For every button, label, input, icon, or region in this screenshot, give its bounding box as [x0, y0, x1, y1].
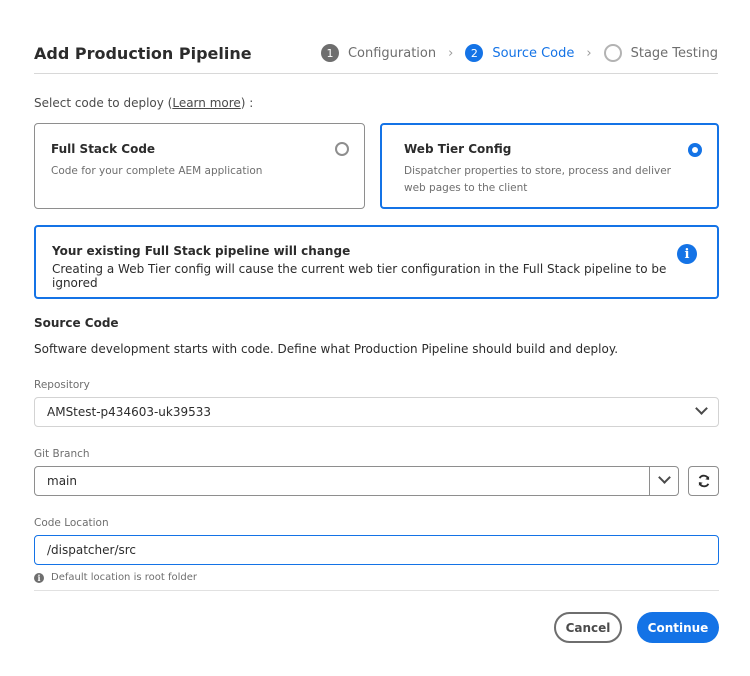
- info-icon: i: [677, 244, 697, 264]
- option-title: Web Tier Config: [404, 142, 512, 156]
- repository-select[interactable]: AMStest-p434603-uk39533: [34, 397, 719, 427]
- repository-label: Repository: [34, 379, 90, 391]
- chevron-down-icon[interactable]: [658, 471, 671, 484]
- divider: [649, 467, 650, 495]
- git-branch-label: Git Branch: [34, 448, 90, 460]
- chevron-right-icon: ›: [586, 45, 592, 61]
- info-alert: Your existing Full Stack pipeline will c…: [34, 225, 719, 299]
- step-circle-empty-icon: [603, 44, 622, 62]
- code-location-label: Code Location: [34, 517, 109, 529]
- radio-unselected-icon[interactable]: [335, 142, 349, 156]
- option-description: Dispatcher properties to store, process …: [404, 165, 671, 194]
- hint-text: Default location is root folder: [51, 572, 197, 583]
- footer-divider: [34, 590, 719, 591]
- select-suffix: ) :: [240, 96, 254, 110]
- code-location-input[interactable]: /dispatcher/src: [34, 535, 719, 565]
- select-prefix: Select code to deploy (: [34, 96, 173, 110]
- chevron-down-icon: [695, 402, 708, 415]
- learn-more-link[interactable]: Learn more: [172, 96, 240, 110]
- option-description: Code for your complete AEM application: [51, 165, 263, 177]
- alert-title: Your existing Full Stack pipeline will c…: [52, 244, 351, 258]
- step-stage-testing[interactable]: Stage Testing: [603, 44, 718, 62]
- step-label-source-code: Source Code: [492, 45, 575, 61]
- step-configuration[interactable]: 1 Configuration: [320, 44, 437, 62]
- step-label-stage-testing: Stage Testing: [630, 45, 718, 61]
- section-description: Software development starts with code. D…: [34, 342, 619, 356]
- refresh-icon: [698, 474, 709, 488]
- option-card-full-stack[interactable]: Full Stack Code Code for your complete A…: [34, 123, 365, 209]
- option-card-web-tier[interactable]: Web Tier Config Dispatcher properties to…: [380, 123, 719, 209]
- radio-selected-icon[interactable]: [688, 143, 702, 157]
- continue-button[interactable]: Continue: [637, 612, 719, 643]
- info-icon: i: [34, 572, 44, 583]
- git-branch-value: main: [47, 474, 77, 488]
- select-code-label: Select code to deploy (Learn more) :: [34, 96, 253, 110]
- step-source-code[interactable]: 2 Source Code: [465, 44, 574, 62]
- stepper: 1 Configuration › 2 Source Code › Stage …: [320, 44, 718, 62]
- dialog-title: Add Production Pipeline: [34, 44, 252, 63]
- dialog-header: Add Production Pipeline 1 Configuration …: [34, 40, 718, 74]
- chevron-right-icon: ›: [448, 45, 454, 61]
- step-number-2: 2: [465, 44, 484, 62]
- cancel-button[interactable]: Cancel: [554, 612, 622, 643]
- step-number-1: 1: [320, 44, 339, 62]
- section-title: Source Code: [34, 316, 119, 330]
- refresh-button[interactable]: [688, 466, 719, 496]
- code-location-value: /dispatcher/src: [47, 543, 137, 557]
- alert-text: Creating a Web Tier config will cause th…: [52, 262, 667, 290]
- step-label-configuration: Configuration: [347, 45, 437, 61]
- option-title: Full Stack Code: [51, 142, 156, 156]
- git-branch-combobox[interactable]: main: [34, 466, 679, 496]
- repository-value: AMStest-p434603-uk39533: [47, 405, 212, 419]
- code-location-hint: i Default location is root folder: [34, 572, 197, 583]
